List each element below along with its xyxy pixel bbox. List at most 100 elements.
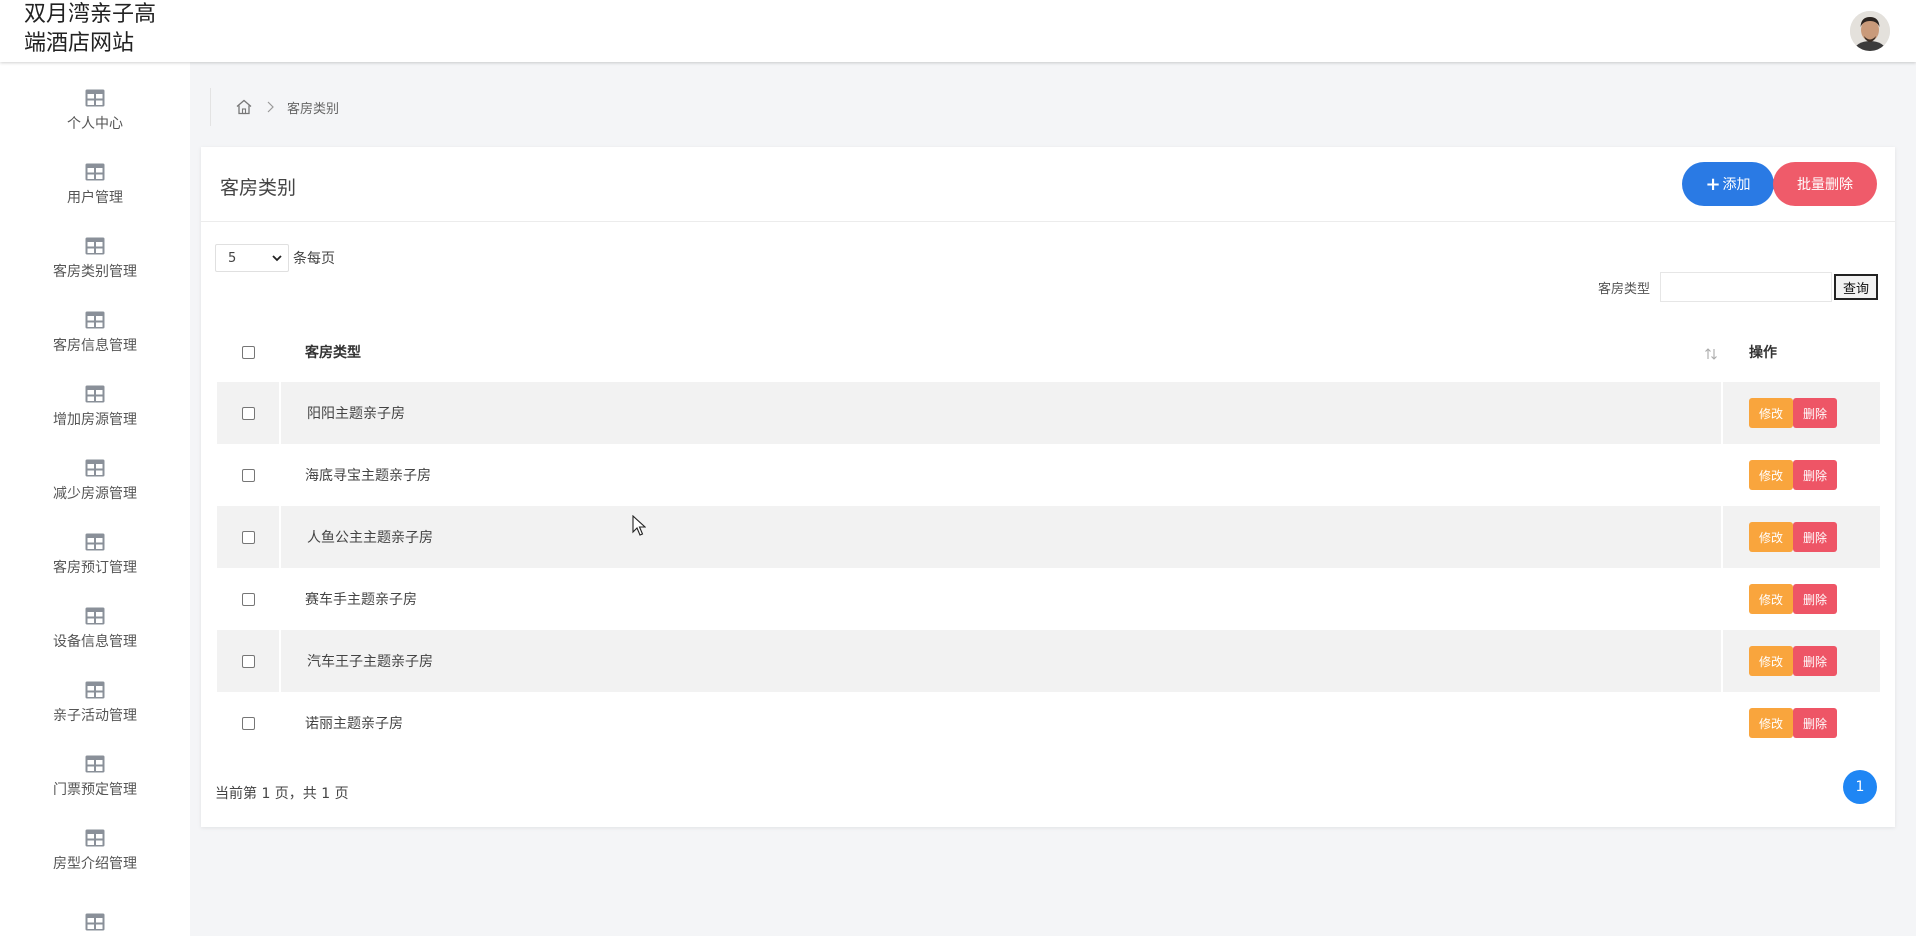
row-checkbox[interactable] <box>241 468 255 482</box>
chevron-down-icon <box>272 255 282 262</box>
sidebar-item-room-info-management[interactable]: 客房信息管理 <box>0 296 190 370</box>
sort-icon[interactable] <box>1703 346 1719 362</box>
room-type-cell: 人鱼公主主题亲子房 <box>279 506 1723 568</box>
table-row: 阳阳主题亲子房 修改 删除 <box>217 382 1880 444</box>
sidebar-item-label: 客房类别管理 <box>53 264 137 280</box>
select-all-cell <box>217 345 279 359</box>
table-header: 客房类型 操作 <box>217 322 1880 382</box>
sidebar-item-room-booking[interactable]: 客房预订管理 <box>0 518 190 592</box>
sidebar-item-user-management[interactable]: 用户管理 <box>0 148 190 222</box>
edit-button[interactable]: 修改 <box>1749 584 1793 614</box>
user-avatar[interactable] <box>1850 11 1890 51</box>
page-size-value: 5 <box>228 250 237 266</box>
sidebar-item-room-type-intro[interactable]: 房型介绍管理 <box>0 814 190 888</box>
edit-button[interactable]: 修改 <box>1749 398 1793 428</box>
sidebar-item-label: 设备信息管理 <box>53 634 137 650</box>
operation-cell: 修改 删除 <box>1723 646 1880 676</box>
add-button-label: 添加 <box>1722 177 1751 193</box>
page-size-suffix: 条每页 <box>293 251 335 267</box>
sidebar-item-more[interactable] <box>0 888 190 936</box>
row-checkbox[interactable] <box>241 406 255 420</box>
table-icon <box>85 89 105 107</box>
delete-button[interactable]: 删除 <box>1793 522 1837 552</box>
table-icon <box>85 385 105 403</box>
table-row: 诺丽主题亲子房 修改 删除 <box>217 692 1880 754</box>
table-row: 汽车王子主题亲子房 修改 删除 <box>217 630 1880 692</box>
edit-button[interactable]: 修改 <box>1749 646 1793 676</box>
table-icon <box>85 681 105 699</box>
table-icon <box>85 829 105 847</box>
operation-cell: 修改 删除 <box>1723 398 1880 428</box>
plus-icon: + <box>1705 173 1721 195</box>
sidebar-item-personal-center[interactable]: 个人中心 <box>0 74 190 148</box>
batch-delete-button[interactable]: 批量删除 <box>1773 162 1877 206</box>
card-header: 客房类别 + 添加 批量删除 <box>201 147 1895 222</box>
top-header: 双月湾亲子高端酒店网站 <box>0 0 1916 62</box>
table-row: 人鱼公主主题亲子房 修改 删除 <box>217 506 1880 568</box>
delete-button[interactable]: 删除 <box>1793 584 1837 614</box>
row-checkbox[interactable] <box>241 654 255 668</box>
search-input[interactable] <box>1660 272 1833 302</box>
row-check-cell <box>217 592 279 606</box>
content-card: 客房类别 + 添加 批量删除 5 条每页 客房类型 查询 客房类型 操作 阳阳主… <box>201 147 1895 827</box>
sidebar-item-label: 房型介绍管理 <box>53 856 137 872</box>
sidebar-item-label: 用户管理 <box>67 190 123 206</box>
sidebar-item-label: 亲子活动管理 <box>53 708 137 724</box>
sidebar-item-add-room-source[interactable]: 增加房源管理 <box>0 370 190 444</box>
row-checkbox[interactable] <box>241 592 255 606</box>
table-icon <box>85 913 105 931</box>
room-category-table: 客房类型 操作 阳阳主题亲子房 修改 删除 海底寻宝主题亲子房 修改 删除 人鱼… <box>217 322 1880 754</box>
home-icon[interactable] <box>235 98 253 116</box>
chevron-right-icon <box>267 101 274 113</box>
column-header-room-type[interactable]: 客房类型 <box>279 322 1723 382</box>
breadcrumb-current: 客房类别 <box>287 101 340 117</box>
breadcrumb: 客房类别 <box>210 88 339 126</box>
sidebar-item-family-activity[interactable]: 亲子活动管理 <box>0 666 190 740</box>
table-icon <box>85 755 105 773</box>
row-check-cell <box>217 468 279 482</box>
site-title: 双月湾亲子高端酒店网站 <box>24 2 157 56</box>
row-checkbox[interactable] <box>241 716 255 730</box>
sidebar-item-label: 客房信息管理 <box>53 338 137 354</box>
avatar-icon <box>1850 11 1890 51</box>
room-type-cell: 汽车王子主题亲子房 <box>279 630 1723 692</box>
room-type-cell: 诺丽主题亲子房 <box>305 716 403 732</box>
query-button[interactable]: 查询 <box>1834 274 1879 300</box>
operation-cell: 修改 删除 <box>1723 584 1880 614</box>
sidebar-item-room-category-management[interactable]: 客房类别管理 <box>0 222 190 296</box>
sidebar-item-label: 增加房源管理 <box>53 412 137 428</box>
edit-button[interactable]: 修改 <box>1749 522 1793 552</box>
sidebar-item-ticket-booking[interactable]: 门票预定管理 <box>0 740 190 814</box>
table-icon <box>85 459 105 477</box>
add-button[interactable]: + 添加 <box>1682 162 1774 206</box>
sidebar-item-equipment-info[interactable]: 设备信息管理 <box>0 592 190 666</box>
table-row: 海底寻宝主题亲子房 修改 删除 <box>217 444 1880 506</box>
sidebar-item-reduce-room-source[interactable]: 减少房源管理 <box>0 444 190 518</box>
pagination-info: 当前第 1 页，共 1 页 <box>215 786 349 802</box>
sidebar-item-label: 客房预订管理 <box>53 560 137 576</box>
delete-button[interactable]: 删除 <box>1793 708 1837 738</box>
table-icon <box>85 533 105 551</box>
delete-button[interactable]: 删除 <box>1793 646 1837 676</box>
select-all-checkbox[interactable] <box>241 345 255 359</box>
row-checkbox[interactable] <box>241 530 255 544</box>
table-icon <box>85 237 105 255</box>
edit-button[interactable]: 修改 <box>1749 708 1793 738</box>
page-size-select[interactable]: 5 <box>215 244 289 272</box>
edit-button[interactable]: 修改 <box>1749 460 1793 490</box>
pagination-page-1[interactable]: 1 <box>1843 770 1877 804</box>
sidebar-item-label: 门票预定管理 <box>53 782 137 798</box>
table-row: 赛车手主题亲子房 修改 删除 <box>217 568 1880 630</box>
operation-cell: 修改 删除 <box>1723 522 1880 552</box>
row-check-cell <box>217 716 279 730</box>
sidebar-item-label: 个人中心 <box>67 116 123 132</box>
search-bar: 客房类型 查询 <box>1598 272 1879 302</box>
page-title: 客房类别 <box>220 177 297 199</box>
operation-cell: 修改 删除 <box>1723 460 1880 490</box>
column-header-operation: 操作 <box>1749 345 1777 361</box>
page-size-control: 5 条每页 <box>215 244 335 272</box>
search-label: 客房类型 <box>1598 281 1651 297</box>
delete-button[interactable]: 删除 <box>1793 398 1837 428</box>
room-type-cell: 阳阳主题亲子房 <box>279 382 1723 444</box>
delete-button[interactable]: 删除 <box>1793 460 1837 490</box>
